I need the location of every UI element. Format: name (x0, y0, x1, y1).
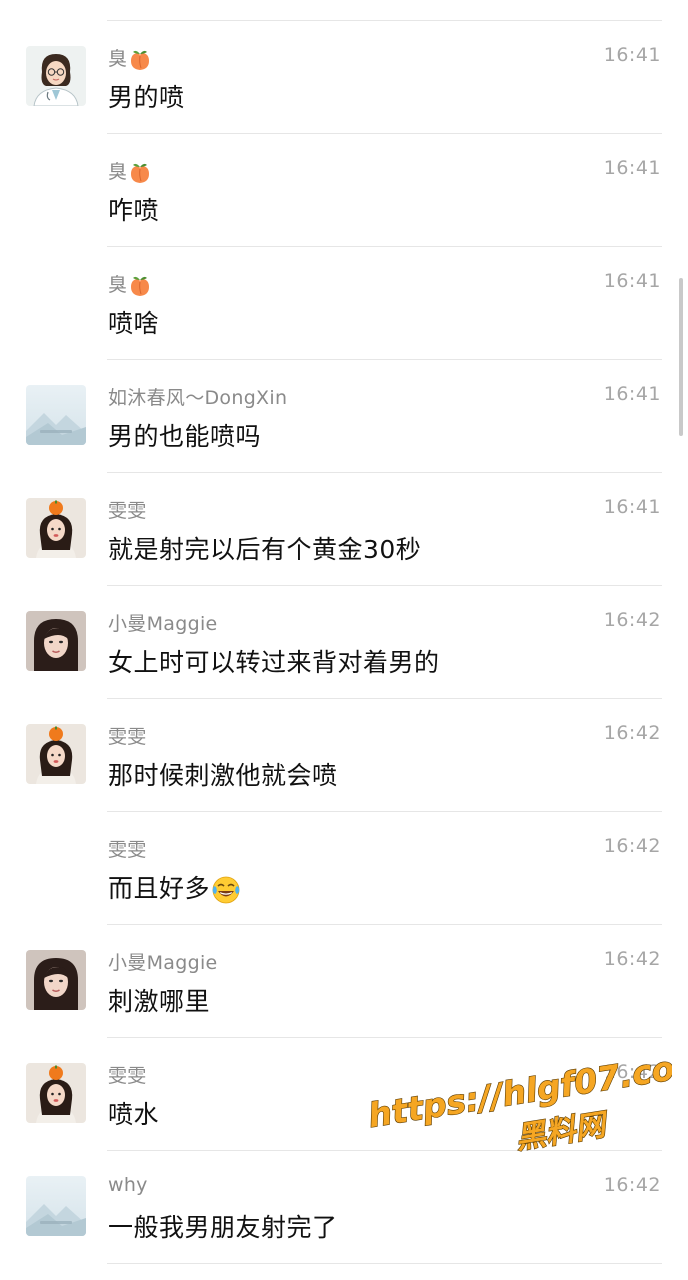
chat-message[interactable]: 雯雯 16:41 就是射完以后有个黄金30秒 (0, 473, 688, 586)
sender-name[interactable]: 小曼Maggie (108, 948, 218, 975)
avatar[interactable] (26, 1176, 86, 1236)
message-text[interactable]: 喷水 (108, 1095, 159, 1131)
divider (107, 1263, 662, 1264)
message-text-content: 那时候刺激他就会喷 (108, 761, 338, 790)
sender-name[interactable]: 臭 (108, 157, 152, 185)
laugh-cry-icon (210, 874, 242, 904)
chat-message[interactable]: why 16:42 一般我男朋友射完了 (0, 1151, 688, 1264)
sender-name-text: 臭 (108, 274, 128, 296)
sender-name[interactable]: 如沐春风～DongXin (108, 383, 287, 410)
message-time: 16:42 (603, 722, 661, 744)
avatar[interactable] (26, 385, 86, 445)
peach-icon (128, 161, 152, 183)
message-time: 16:41 (603, 157, 661, 179)
sender-name[interactable]: 雯雯 (108, 835, 147, 862)
message-text-content: 男的也能喷吗 (108, 422, 262, 451)
message-text-content: 就是射完以后有个黄金30秒 (108, 535, 422, 564)
scrollbar[interactable] (679, 278, 683, 436)
message-text-content: 男的喷 (108, 83, 185, 112)
message-text[interactable]: 那时候刺激他就会喷 (108, 756, 338, 792)
sender-name[interactable]: 雯雯 (108, 496, 147, 523)
message-time: 16:41 (603, 383, 661, 405)
message-time: 16:41 (603, 496, 661, 518)
sender-name[interactable]: 雯雯 (108, 722, 147, 749)
message-text-content: 咋喷 (108, 196, 160, 225)
message-text[interactable]: 一般我男朋友射完了 (108, 1208, 338, 1244)
message-text-content: 女上时可以转过来背对着男的 (108, 648, 440, 677)
avatar[interactable] (26, 950, 86, 1010)
message-text-content: 刺激哪里 (108, 987, 211, 1016)
chat-message[interactable]: 小曼Maggie 16:42 刺激哪里 (0, 925, 688, 1038)
message-text[interactable]: 男的喷 (108, 78, 185, 114)
avatar[interactable] (26, 611, 86, 671)
message-text-content: 喷水 (108, 1100, 160, 1129)
sender-name-text: 雯雯 (108, 500, 147, 522)
avatar[interactable] (26, 724, 86, 784)
message-time: 16:41 (603, 44, 661, 66)
sender-name[interactable]: 臭 (108, 44, 152, 72)
message-text[interactable]: 而且好多 (108, 869, 242, 906)
chat-message[interactable]: 臭 16:41 男的喷 (0, 21, 688, 134)
sender-name-text: 雯雯 (108, 1065, 147, 1087)
sender-name-text: 小曼Maggie (108, 952, 218, 974)
avatar[interactable] (26, 1063, 86, 1123)
sender-name-text: 雯雯 (108, 726, 147, 748)
sender-name-text: 臭 (108, 161, 128, 183)
chat-message[interactable]: 雯雯 16:42 喷水 (0, 1038, 688, 1151)
message-text-content: 一般我男朋友射完了 (108, 1213, 338, 1242)
message-text[interactable]: 刺激哪里 (108, 982, 210, 1018)
chat-message[interactable]: 臭 16:41 喷啥 (0, 247, 688, 360)
message-text[interactable]: 女上时可以转过来背对着男的 (108, 643, 440, 679)
message-time: 16:42 (603, 948, 661, 970)
avatar[interactable] (26, 46, 86, 106)
message-text-content: 而且好多 (108, 874, 211, 903)
message-text[interactable]: 咋喷 (108, 191, 159, 227)
chat-message[interactable]: 如沐春风～DongXin 16:41 男的也能喷吗 (0, 360, 688, 473)
sender-name-text: 臭 (108, 48, 128, 70)
peach-icon (128, 274, 152, 296)
peach-icon (128, 48, 152, 70)
sender-name-text: 如沐春风～DongXin (108, 387, 288, 409)
chat-message[interactable]: 臭 16:41 咋喷 (0, 134, 688, 247)
sender-name[interactable]: 雯雯 (108, 1061, 147, 1088)
sender-name-text: why (108, 1174, 148, 1196)
chat-message[interactable]: 雯雯 16:42 而且好多 (0, 812, 688, 925)
message-time: 16:42 (603, 835, 661, 857)
chat-message[interactable]: 小曼Maggie 16:42 女上时可以转过来背对着男的 (0, 586, 688, 699)
sender-name-text: 小曼Maggie (108, 613, 218, 635)
avatar[interactable] (26, 498, 86, 558)
sender-name[interactable]: 臭 (108, 270, 152, 298)
message-text[interactable]: 喷啥 (108, 304, 159, 340)
message-time: 16:41 (603, 270, 661, 292)
message-text-content: 喷啥 (108, 309, 160, 338)
message-text[interactable]: 就是射完以后有个黄金30秒 (108, 530, 421, 566)
chat-message[interactable]: 雯雯 16:42 那时候刺激他就会喷 (0, 699, 688, 812)
message-time: 16:42 (603, 1061, 661, 1083)
message-time: 16:42 (603, 609, 661, 631)
message-time: 16:42 (603, 1174, 661, 1196)
sender-name-text: 雯雯 (108, 839, 147, 861)
sender-name[interactable]: why (108, 1174, 148, 1196)
message-text[interactable]: 男的也能喷吗 (108, 417, 261, 453)
sender-name[interactable]: 小曼Maggie (108, 609, 218, 636)
